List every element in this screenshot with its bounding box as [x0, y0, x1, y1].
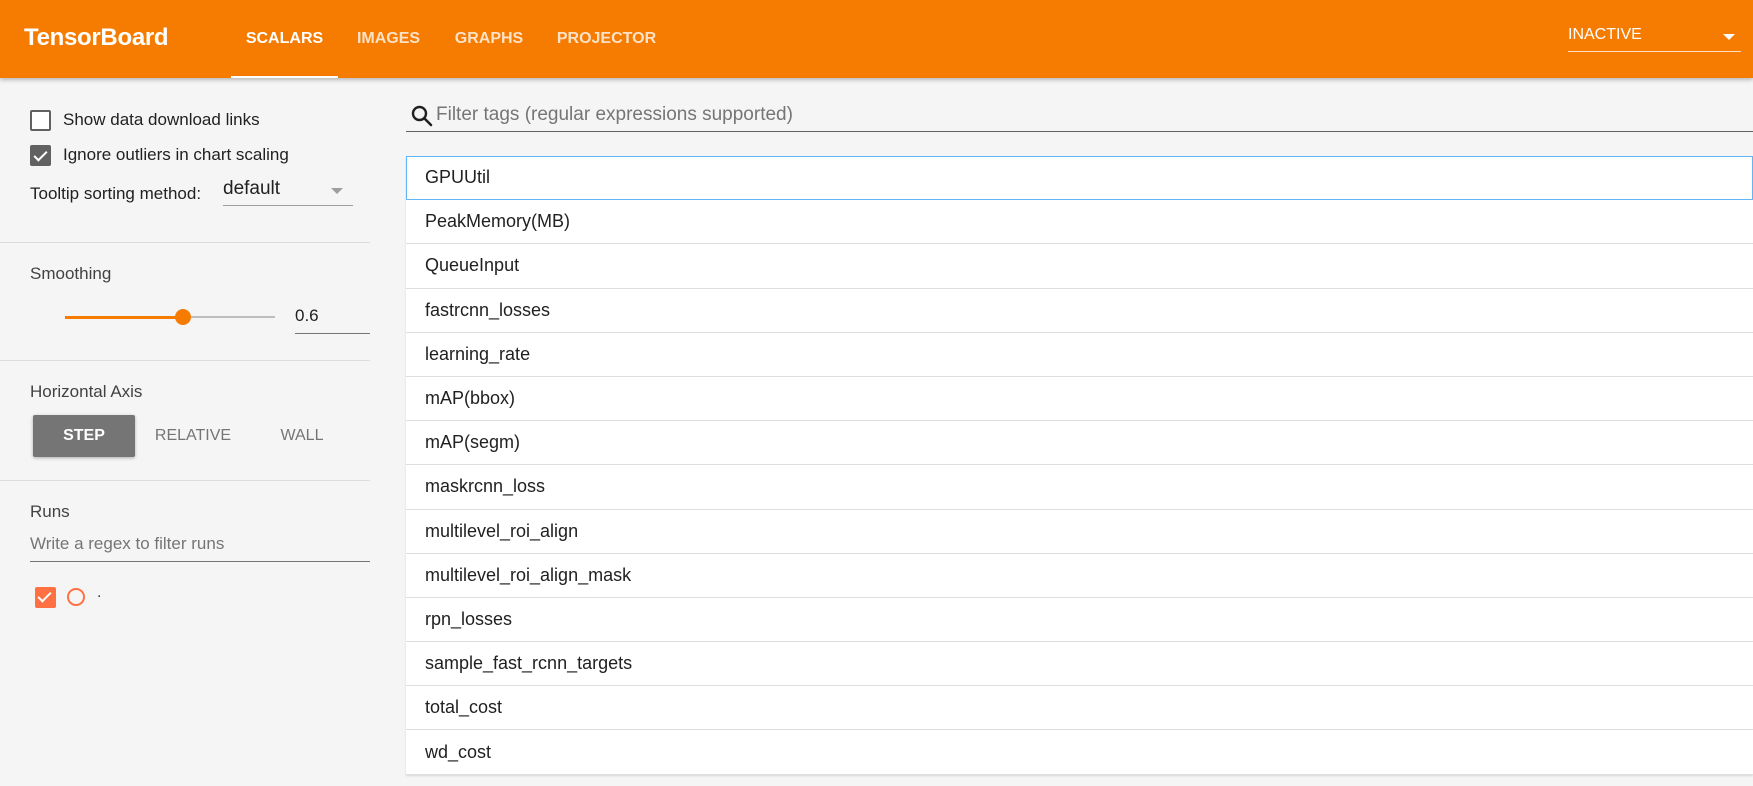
tag-list: GPUUtil PeakMemory(MB) QueueInput fastrcnn_…: [406, 156, 1753, 775]
tag-category-row[interactable]: learning_rate: [406, 332, 1753, 377]
tag-category-row[interactable]: wd_cost: [406, 730, 1753, 775]
tag-category-row[interactable]: fastrcnn_losses: [406, 288, 1753, 333]
run-color-radio[interactable]: [67, 588, 85, 606]
tab-graphs[interactable]: GRAPHS: [446, 0, 532, 78]
checkbox-label: Ignore outliers in chart scaling: [63, 145, 289, 164]
checkbox-box[interactable]: [30, 109, 51, 131]
tag-filter-input[interactable]: Filter tags (regular expressions support…: [406, 98, 1753, 132]
tag-category-row[interactable]: PeakMemory(MB): [406, 200, 1753, 245]
app-title: TensorBoard: [24, 24, 169, 51]
tag-category-row[interactable]: multilevel_roi_align: [406, 509, 1753, 554]
tab-scalars[interactable]: SCALARS: [231, 0, 338, 78]
divider: [0, 480, 370, 481]
checkbox-label: Show data download links: [63, 110, 260, 129]
smoothing-slider[interactable]: [65, 309, 275, 325]
checkbox-box-checked[interactable]: [30, 144, 51, 166]
chevron-down-icon: [331, 188, 343, 194]
inactive-dashboards-dropdown[interactable]: INACTIVE: [1568, 24, 1741, 52]
tag-category-row[interactable]: maskrcnn_loss: [406, 465, 1753, 510]
tag-category-row[interactable]: mAP(bbox): [406, 376, 1753, 422]
slider-fill: [65, 315, 183, 319]
sidebar: Show data download links Ignore outliers…: [0, 78, 370, 786]
run-checkbox[interactable]: [35, 587, 56, 608]
tab-projector[interactable]: PROJECTOR: [549, 0, 664, 78]
tag-category-row[interactable]: rpn_losses: [406, 597, 1753, 643]
runs-filter-input[interactable]: Write a regex to filter runs: [30, 534, 370, 562]
run-name: .: [97, 584, 102, 601]
tag-category-row[interactable]: GPUUtil: [406, 156, 1753, 201]
tag-category-row[interactable]: total_cost: [406, 686, 1753, 731]
divider: [0, 360, 370, 361]
axis-step-button[interactable]: STEP: [33, 415, 135, 457]
search-icon: [411, 105, 433, 127]
show-download-links-checkbox[interactable]: Show data download links: [30, 108, 260, 132]
tag-category-row[interactable]: sample_fast_rcnn_targets: [406, 642, 1753, 687]
dropdown-value: INACTIVE: [1568, 26, 1642, 43]
smoothing-title: Smoothing: [30, 264, 112, 283]
dropdown-value: default: [223, 178, 281, 199]
axis-wall-button[interactable]: WALL: [251, 415, 353, 457]
tag-filter-placeholder: Filter tags (regular expressions support…: [436, 104, 793, 125]
runs-title: Runs: [30, 502, 70, 521]
smoothing-value-input[interactable]: 0.6: [295, 300, 370, 334]
slider-knob[interactable]: [175, 309, 191, 325]
tag-category-row[interactable]: QueueInput: [406, 244, 1753, 289]
runs-filter-placeholder: Write a regex to filter runs: [30, 534, 225, 553]
horizontal-axis-title: Horizontal Axis: [30, 382, 143, 401]
top-app-bar: TensorBoard SCALARS IMAGES GRAPHS PROJEC…: [0, 0, 1753, 78]
ignore-outliers-checkbox[interactable]: Ignore outliers in chart scaling: [30, 143, 289, 167]
divider: [0, 242, 370, 243]
chevron-down-icon: [1723, 34, 1735, 40]
tooltip-sort-dropdown[interactable]: default: [223, 176, 353, 206]
tooltip-sort-label: Tooltip sorting method:: [30, 184, 202, 203]
axis-relative-button[interactable]: RELATIVE: [142, 415, 244, 457]
tab-images[interactable]: IMAGES: [345, 0, 432, 78]
tag-category-row[interactable]: mAP(segm): [406, 421, 1753, 466]
tag-category-row[interactable]: multilevel_roi_align_mask: [406, 553, 1753, 598]
